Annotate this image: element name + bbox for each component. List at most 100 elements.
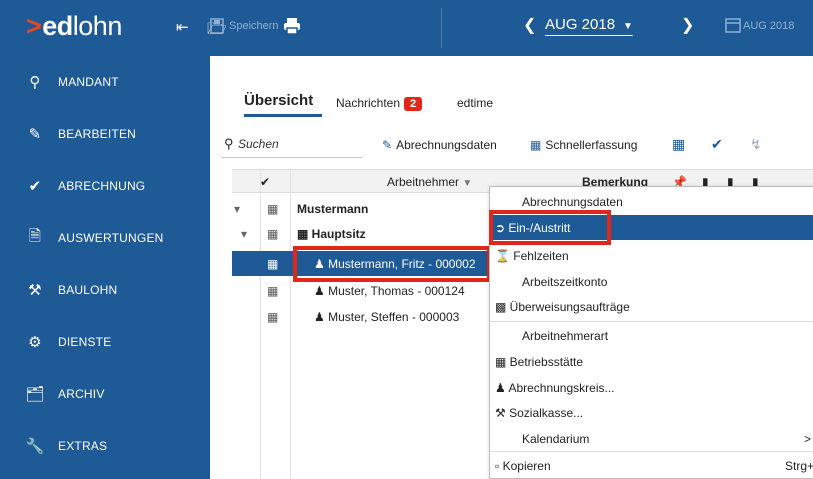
collapse-menu-icon[interactable]: ⇤	[176, 18, 189, 36]
sidebar-item-label: AUSWERTUNGEN	[58, 231, 164, 245]
sidebar-item-label: ARCHIV	[58, 387, 105, 401]
building-icon: ▦	[297, 227, 312, 241]
row-label-wrap: ▦ Hauptsitz	[297, 227, 366, 241]
row-label-wrap: ♟ Muster, Thomas - 000124	[314, 284, 465, 298]
menu-item-label: Überweisungsaufträge	[509, 300, 630, 314]
menu-item-label-wrap: ▦ Betriebsstätte	[495, 355, 583, 369]
sidebar-item-auswertungen[interactable]: 🗎 AUSWERTUNGEN	[0, 212, 210, 264]
document-icon: 🗎	[28, 227, 42, 245]
menu-item-copy[interactable]: ▫ Kopieren Strg+C	[490, 453, 813, 478]
print-icon[interactable]	[283, 17, 301, 35]
sidebar-item-abrechnung[interactable]: ✔ ABRECHNUNG	[0, 160, 210, 212]
select-all-check-icon[interactable]: ✔	[260, 175, 270, 189]
previous-period-icon[interactable]: ❮	[523, 15, 536, 35]
sidebar-item-label: ABRECHNUNG	[58, 179, 146, 193]
worker-icon: ⚒	[495, 406, 510, 420]
person-icon: ♟	[314, 310, 329, 324]
menu-item-label: Arbeitnehmerart	[522, 329, 609, 343]
app-logo[interactable]: >edlohn	[26, 11, 122, 42]
sidebar-item-baulohn[interactable]: ⚒ BAULOHN	[0, 264, 210, 316]
sidebar-item-label: BAULOHN	[58, 283, 118, 297]
map-pin-icon: ⚲	[29, 74, 41, 91]
menu-item-billing-group[interactable]: ♟ Abrechnungskreis...	[490, 375, 813, 400]
row-label: Muster, Steffen - 000003	[328, 310, 460, 324]
building-icon: ▦	[495, 355, 510, 369]
filter-icon: ▼	[462, 178, 473, 189]
wrench-icon: 🔧	[25, 438, 45, 455]
submenu-arrow-icon: >	[804, 432, 812, 446]
quick-entry-label: Schnellerfassung	[545, 138, 638, 152]
shortcut-label: Strg+C	[785, 459, 813, 473]
menu-separator	[490, 451, 813, 452]
calculator-icon: ▦	[267, 284, 279, 298]
menu-item-business-site[interactable]: ▦ Betriebsstätte	[490, 349, 813, 374]
sidebar-item-archiv[interactable]: 🗂 ARCHIV	[0, 368, 210, 420]
grid-icon: ▦	[530, 138, 542, 152]
caret-down-icon: ▼	[623, 21, 633, 32]
menu-item-label-wrap: ⚒ Sozialkasse...	[495, 406, 583, 420]
menu-item-transfer-orders[interactable]: ▩ Überweisungsaufträge	[490, 294, 813, 319]
menu-item-label: Sozialkasse...	[509, 406, 584, 420]
active-tab-indicator	[244, 114, 322, 117]
archive-icon: 🗂	[25, 386, 45, 403]
sidebar-item-label: EXTRAS	[58, 439, 108, 453]
next-period-icon[interactable]: ❯	[681, 15, 694, 35]
employee-header-label: Arbeitnehmer	[387, 175, 460, 189]
menu-item-absences[interactable]: ⌛ Fehlzeiten	[490, 243, 813, 268]
menu-item-label: Arbeitszeitkonto	[522, 275, 608, 289]
billing-data-label: Abrechnungsdaten	[396, 138, 497, 152]
period-selector[interactable]: AUG 2018 ▼	[545, 16, 633, 36]
menu-item-label: Abrechnungsdaten	[522, 195, 623, 209]
sidebar: ⚲ MANDANT ✎ BEARBEITEN ✔ ABRECHNUNG 🗎 AU…	[0, 56, 210, 479]
calendar-icon[interactable]	[725, 17, 741, 33]
menu-item-employee-type[interactable]: Arbeitnehmerart	[490, 323, 813, 348]
search-input[interactable]: Suchen	[238, 137, 279, 151]
menu-item-calendar[interactable]: Kalendarium >	[490, 426, 813, 451]
calculator-icon: ▦	[267, 202, 279, 216]
menu-item-label-wrap: ⌛ Fehlzeiten	[495, 249, 569, 263]
logo-bold-text: ed	[42, 11, 73, 41]
tab-edtime[interactable]: edtime	[457, 96, 493, 110]
row-label: Mustermann	[297, 202, 369, 216]
menu-item-social-fund[interactable]: ⚒ Sozialkasse...	[490, 400, 813, 425]
logo-light-text: lohn	[72, 11, 123, 41]
menu-item-label: Abrechnungskreis...	[508, 381, 615, 395]
menu-item-label: Kopieren	[502, 459, 551, 473]
expand-caret-icon[interactable]: ▾	[241, 227, 247, 241]
users-icon: ♟	[495, 381, 509, 395]
quick-entry-button[interactable]: ▦ Schnellerfassung	[530, 138, 637, 152]
checkmark-icon: ✔	[28, 178, 42, 195]
tab-messages-label: Nachrichten	[336, 96, 401, 110]
sidebar-item-extras[interactable]: 🔧 EXTRAS	[0, 420, 210, 472]
calculator-icon: ▦	[267, 227, 279, 241]
billing-data-button[interactable]: ✎ Abrechnungsdaten	[382, 138, 497, 152]
column-header-employee[interactable]: Arbeitnehmer ▼	[387, 175, 472, 189]
sidebar-item-mandant[interactable]: ⚲ MANDANT	[0, 56, 210, 108]
period-range-label: AUG 2018	[743, 20, 795, 32]
row-label: Muster, Thomas - 000124	[328, 284, 465, 298]
tab-messages[interactable]: Nachrichten 2	[336, 96, 423, 111]
toolbar-divider	[441, 8, 442, 48]
top-bar: >edlohn ⇤ 🗁 Speichern ❮ AUG 2018 ▼ ❯ AUG …	[0, 0, 813, 56]
save-disk-icon	[210, 18, 224, 34]
menu-item-label: Kalendarium	[522, 432, 590, 446]
expand-caret-icon[interactable]: ▾	[234, 202, 240, 216]
calculator-icon[interactable]: ▦	[672, 136, 685, 153]
menu-item-label-wrap: ♟ Abrechnungskreis...	[495, 381, 615, 395]
check-icon[interactable]: ✔	[711, 136, 723, 153]
search-icon: ⚲	[224, 136, 234, 151]
sidebar-item-bearbeiten[interactable]: ✎ BEARBEITEN	[0, 108, 210, 160]
sidebar-item-dienste[interactable]: ⚙ DIENSTE	[0, 316, 210, 368]
tab-overview[interactable]: Übersicht	[244, 92, 313, 109]
menu-item-label-wrap: ▩ Überweisungsaufträge	[495, 300, 630, 314]
messages-count-badge: 2	[404, 97, 423, 111]
menu-item-label: Fehlzeiten	[513, 249, 569, 263]
logo-chevron: >	[26, 11, 42, 41]
menu-separator	[490, 321, 813, 322]
calculator-icon: ▦	[267, 257, 279, 271]
menu-item-working-time-account[interactable]: Arbeitszeitkonto	[490, 269, 813, 294]
copy-icon: ▫	[495, 459, 503, 473]
period-label: AUG 2018	[545, 16, 616, 33]
sidebar-item-label: MANDANT	[58, 75, 119, 89]
lightning-icon[interactable]: ↯	[750, 136, 762, 153]
